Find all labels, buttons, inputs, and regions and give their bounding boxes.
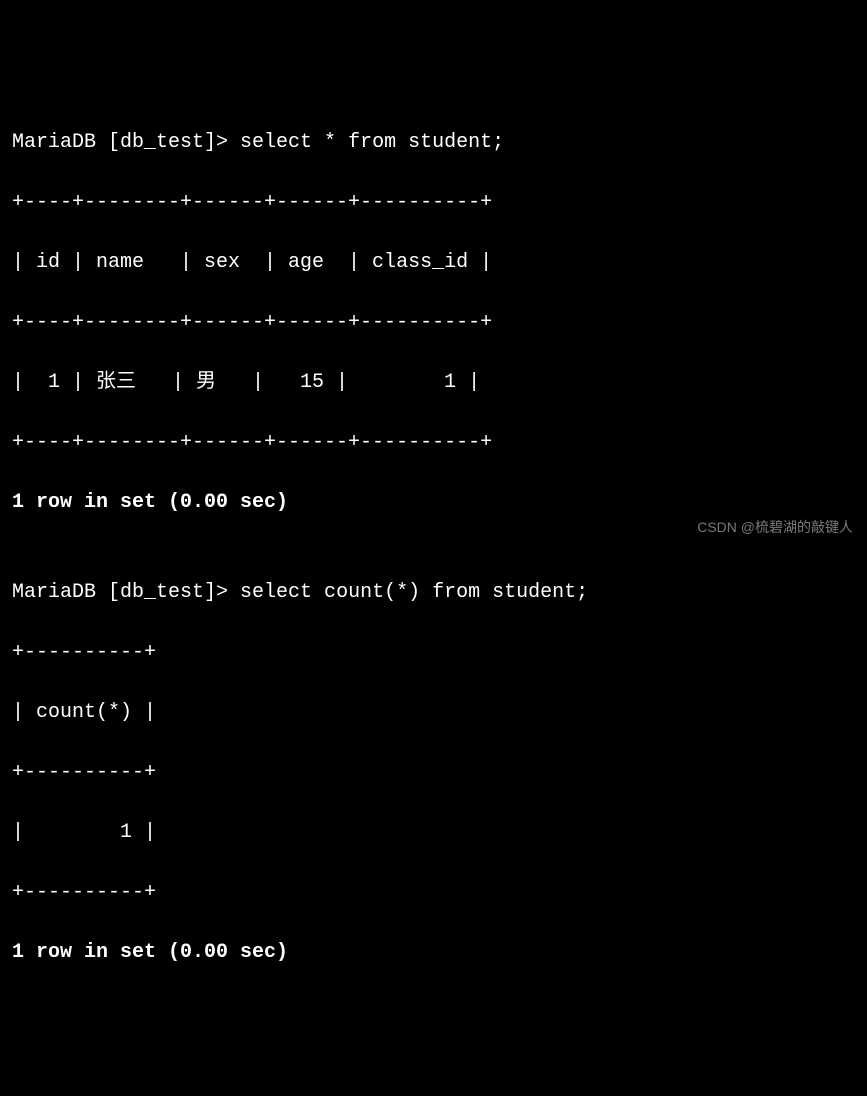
sql-command: select count(*) from student; [240, 581, 588, 604]
watermark-text: CSDN @梳碧湖的敲键人 [697, 517, 853, 538]
result-summary: 1 row in set (0.00 sec) [12, 488, 855, 518]
table-border: +----------+ [12, 878, 855, 908]
table-data-row: | 1 | [12, 818, 855, 848]
table-border: +----+--------+------+------+----------+ [12, 308, 855, 338]
table-border: +----------+ [12, 758, 855, 788]
sql-command: select * from student; [240, 131, 504, 154]
db-prompt: MariaDB [db_test]> [12, 581, 240, 604]
table-border: +----+--------+------+------+----------+ [12, 188, 855, 218]
table-data-row: | 1 | 张三 | 男 | 15 | 1 | [12, 368, 855, 398]
table-header-row: | count(*) | [12, 698, 855, 728]
db-prompt: MariaDB [db_test]> [12, 131, 240, 154]
result-summary: 1 row in set (0.00 sec) [12, 938, 855, 968]
table-border: +----+--------+------+------+----------+ [12, 428, 855, 458]
table-header-row: | id | name | sex | age | class_id | [12, 248, 855, 278]
terminal-line-prompt-2[interactable]: MariaDB [db_test]> select count(*) from … [12, 578, 855, 608]
table-border: +----------+ [12, 638, 855, 668]
terminal-line-prompt-1[interactable]: MariaDB [db_test]> select * from student… [12, 128, 855, 158]
